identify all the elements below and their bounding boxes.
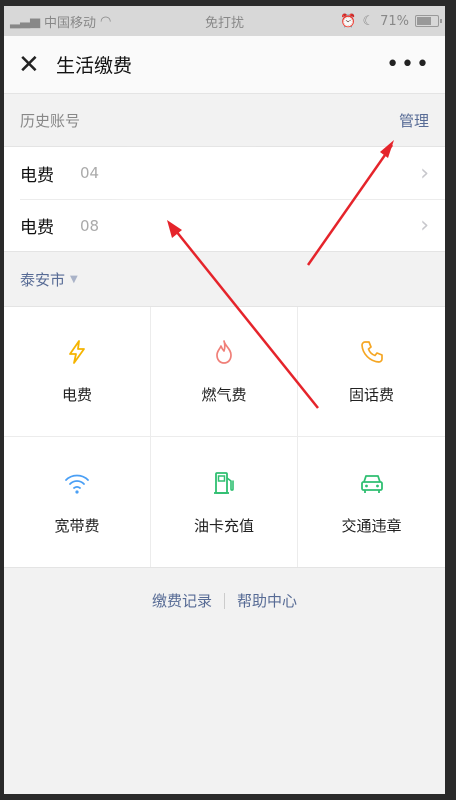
- account-number: 08: [80, 216, 100, 235]
- battery-percent: 71%: [380, 13, 409, 29]
- service-label: 油卡充值: [193, 516, 254, 535]
- carrier-label: 中国移动: [44, 15, 97, 31]
- history-label: 历史账号: [20, 111, 81, 130]
- service-label: 燃气费: [201, 386, 247, 404]
- signal-icon: ▂▃▅: [10, 13, 40, 29]
- lightning-icon: [69, 340, 85, 364]
- city-selector[interactable]: 泰安市 ▼: [4, 252, 445, 306]
- dropdown-triangle-icon: ▼: [70, 273, 78, 285]
- service-fuel-card[interactable]: 油卡充值: [151, 437, 298, 567]
- footer-divider: [224, 592, 225, 609]
- account-item[interactable]: 电费 08 ›: [20, 199, 445, 251]
- service-label: 电费: [61, 386, 92, 404]
- account-type: 电费: [20, 165, 54, 186]
- service-broadband[interactable]: 宽带费: [4, 437, 151, 567]
- account-number: 04: [80, 164, 100, 182]
- privacy-blur: [109, 156, 274, 196]
- service-traffic-violation[interactable]: 交通违章: [298, 437, 445, 567]
- help-center-link[interactable]: 帮助中心: [237, 590, 297, 611]
- status-right: ⏰ ☾ 71%: [340, 13, 442, 29]
- service-label: 固话费: [348, 386, 394, 404]
- battery-fill: [417, 17, 432, 25]
- chevron-right-icon: ›: [420, 213, 429, 238]
- page-title: 生活缴费: [56, 55, 133, 77]
- wifi-status-icon: ◠: [100, 13, 112, 29]
- close-icon[interactable]: ✕: [18, 52, 48, 78]
- account-list: 电费 04 › 电费 08 ›: [4, 146, 445, 252]
- service-gas[interactable]: 燃气费: [151, 307, 298, 437]
- service-label: 宽带费: [54, 516, 100, 535]
- status-left: ▂▃▅ 中国移动 ◠: [10, 12, 111, 31]
- chevron-right-icon: ›: [420, 160, 429, 186]
- moon-icon: ☾: [362, 13, 375, 29]
- city-name: 泰安市: [20, 270, 66, 289]
- footer-links: 缴费记录 帮助中心: [4, 590, 445, 611]
- service-landline[interactable]: 固话费: [298, 307, 445, 437]
- alarm-icon: ⏰: [340, 13, 357, 29]
- fuel-pump-icon: [214, 471, 234, 494]
- manage-button[interactable]: 管理: [399, 110, 429, 131]
- battery-icon: [415, 15, 442, 27]
- service-electricity[interactable]: 电费: [4, 307, 151, 437]
- phone-icon: [360, 341, 383, 363]
- flame-icon: [216, 340, 232, 364]
- phone-screen: ▂▃▅ 中国移动 ◠ 免打扰 ⏰ ☾ 71% ✕ 生活缴费 ••• 历史账号 管…: [4, 6, 445, 794]
- wifi-icon: [65, 474, 89, 494]
- history-header: 历史账号 管理: [4, 94, 445, 146]
- account-type: 电费: [20, 218, 54, 238]
- service-grid: 电费 燃气费 固话费 宽带费 油卡充值 交通违章: [4, 306, 445, 568]
- nav-bar: ✕ 生活缴费 •••: [4, 36, 445, 94]
- status-bar: ▂▃▅ 中国移动 ◠ 免打扰 ⏰ ☾ 71%: [4, 6, 445, 36]
- more-icon[interactable]: •••: [386, 52, 431, 77]
- car-icon: [360, 474, 383, 493]
- payment-records-link[interactable]: 缴费记录: [152, 590, 212, 611]
- service-label: 交通违章: [341, 516, 402, 535]
